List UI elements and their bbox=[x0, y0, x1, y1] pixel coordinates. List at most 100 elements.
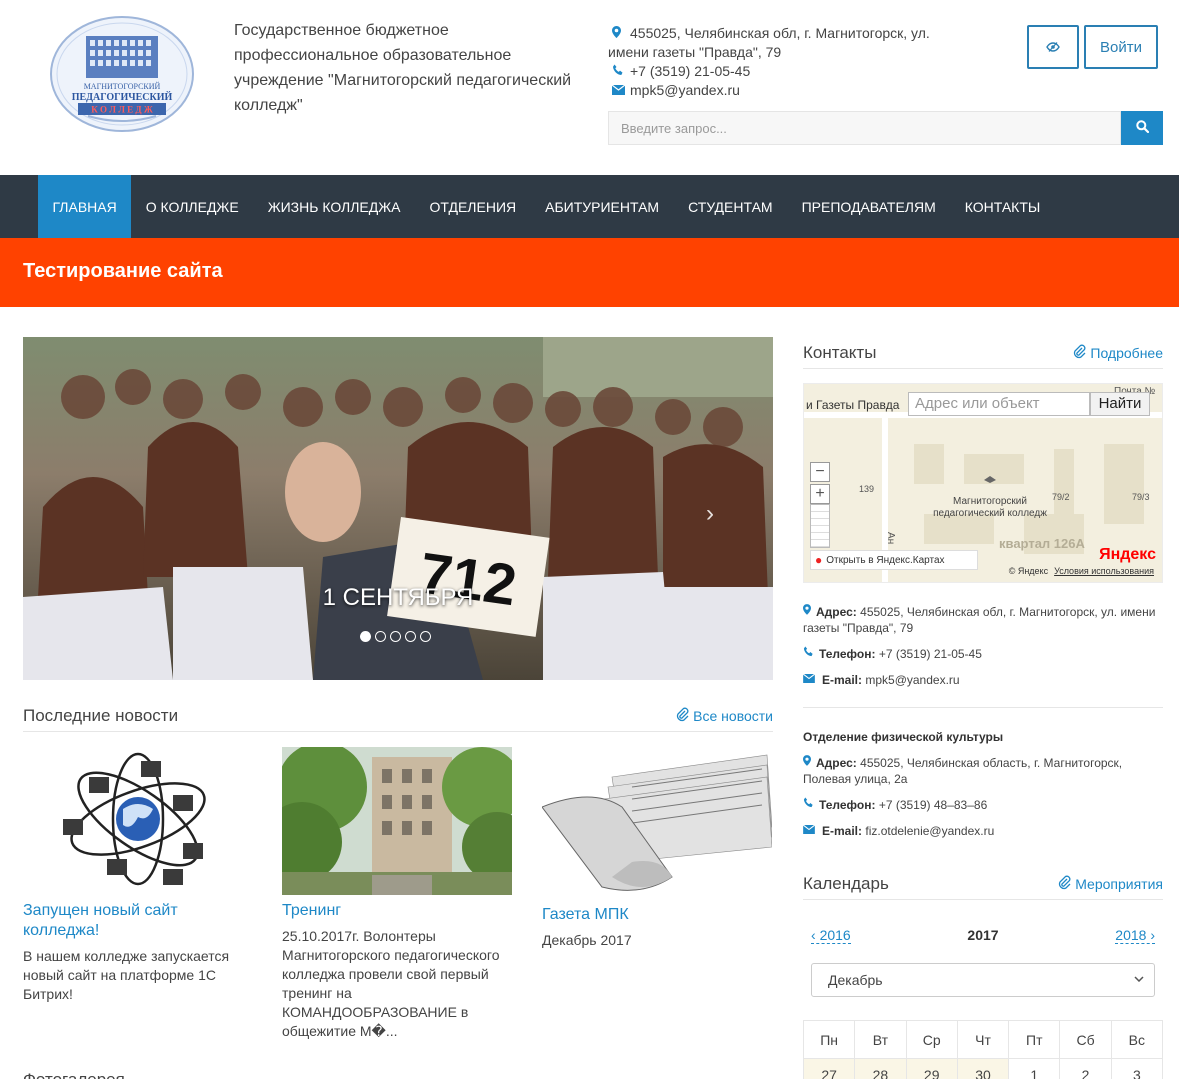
news-title[interactable]: Запущен новый сайт колледжа! bbox=[23, 901, 253, 941]
slider-next-arrow[interactable]: › bbox=[706, 500, 714, 528]
calendar-day[interactable]: 28 bbox=[854, 1058, 907, 1079]
news-card[interactable]: Запущен новый сайт колледжа! В нашем кол… bbox=[23, 747, 253, 1004]
envelope-icon bbox=[802, 823, 816, 839]
open-in-yandex-maps-button[interactable]: ● Открыть в Яндекс.Картах bbox=[810, 550, 978, 570]
events-link[interactable]: Мероприятия bbox=[1057, 874, 1163, 893]
news-image-newspapers[interactable] bbox=[542, 747, 772, 895]
yandex-brand: Яндекс bbox=[1099, 546, 1156, 563]
page-title: Тестирование сайта bbox=[23, 260, 223, 282]
map-poi-label: педагогический колледж bbox=[933, 508, 1047, 519]
nav-item-about[interactable]: О КОЛЛЕДЖЕ bbox=[131, 175, 253, 238]
college-logo[interactable]: МАГНИТОГОРСКИЙ ПЕДАГОГИЧЕСКИЙ К О Л Л Е … bbox=[48, 14, 196, 136]
slider-dot[interactable] bbox=[360, 631, 371, 642]
organization-name: Государственное бюджетное профессиональн… bbox=[234, 22, 572, 114]
photo-gallery-heading: Фотогалерея bbox=[23, 1070, 125, 1079]
login-button[interactable]: Войти bbox=[1084, 25, 1158, 69]
nav-item-applicants[interactable]: АБИТУРИЕНТАМ bbox=[531, 175, 674, 238]
news-text: 25.10.2017г. Волонтеры Магнитогорского п… bbox=[282, 928, 500, 1039]
header-contacts: 455025, Челябинская обл, г. Магнитогорск… bbox=[608, 24, 948, 100]
map-street-label: и Газеты Правда bbox=[806, 398, 900, 412]
contact-address-row: Адрес: 455025, Челябинская обл, г. Магни… bbox=[803, 604, 1163, 636]
dept-phone-row: Телефон: +7 (3519) 48–83–86 bbox=[803, 797, 1163, 813]
contacts-header: Контакты Подробнее bbox=[803, 337, 1163, 369]
calendar-day[interactable]: 1 bbox=[1008, 1058, 1061, 1079]
weekday-header: Вт bbox=[854, 1020, 907, 1059]
nav-item-college-life[interactable]: ЖИЗНЬ КОЛЛЕДЖА bbox=[253, 175, 415, 238]
events-label: Мероприятия bbox=[1075, 875, 1163, 892]
header-email-row: mpk5@yandex.ru bbox=[608, 81, 948, 100]
calendar-grid: Пн Вт Ср Чт Пт Сб Вс 27 28 29 30 1 2 3 bbox=[802, 1020, 1164, 1079]
image-slider[interactable]: 712 bbox=[23, 337, 773, 680]
phone-label: Телефон: bbox=[819, 647, 876, 661]
calendar-day[interactable]: 2 bbox=[1059, 1058, 1112, 1079]
header-phone[interactable]: +7 (3519) 21-05-45 bbox=[630, 62, 750, 81]
slider-dot[interactable] bbox=[405, 631, 416, 642]
month-select-value: Декабрь bbox=[828, 972, 883, 988]
slider-dots bbox=[360, 631, 431, 642]
slider-dot[interactable] bbox=[420, 631, 431, 642]
map-search-input[interactable]: Адрес или объект bbox=[908, 392, 1090, 416]
month-select[interactable]: Декабрь bbox=[811, 963, 1155, 997]
map-copyright: © Яндекс bbox=[1008, 566, 1049, 576]
news-card[interactable]: Тренинг 25.10.2017г. Волонтеры Магнитого… bbox=[282, 747, 512, 1041]
dept-phone[interactable]: +7 (3519) 48–83–86 bbox=[879, 798, 987, 812]
zoom-out-button[interactable]: − bbox=[810, 462, 830, 482]
email-label: E-mail: bbox=[822, 824, 863, 838]
envelope-icon bbox=[608, 81, 630, 100]
nav-item-home[interactable]: ГЛАВНАЯ bbox=[38, 175, 132, 238]
envelope-icon bbox=[802, 672, 816, 688]
slider-dot[interactable] bbox=[390, 631, 401, 642]
paperclip-icon bbox=[1057, 874, 1071, 893]
contact-phone[interactable]: +7 (3519) 21-05-45 bbox=[879, 647, 982, 661]
dept-email[interactable]: fiz.otdelenie@yandex.ru bbox=[865, 824, 994, 838]
visually-impaired-button[interactable] bbox=[1027, 25, 1079, 69]
contacts-more-link[interactable]: Подробнее bbox=[1072, 343, 1163, 362]
next-year-link[interactable]: 2018 › bbox=[1115, 927, 1155, 944]
logo-line-1: МАГНИТОГОРСКИЙ bbox=[84, 82, 161, 91]
slider-dot[interactable] bbox=[375, 631, 386, 642]
logo-line-2: ПЕДАГОГИЧЕСКИЙ bbox=[72, 91, 173, 103]
zoom-slider[interactable] bbox=[810, 504, 830, 548]
contacts-more-label: Подробнее bbox=[1090, 344, 1163, 361]
calendar-header: Календарь Мероприятия bbox=[803, 868, 1163, 900]
weekday-header: Пн bbox=[802, 1020, 856, 1059]
news-header: Последние новости Все новости bbox=[23, 700, 773, 732]
weekday-header: Вс bbox=[1110, 1020, 1164, 1059]
news-image-building[interactable] bbox=[282, 747, 512, 895]
news-image-network[interactable] bbox=[23, 747, 253, 895]
header-phone-row: +7 (3519) 21-05-45 bbox=[608, 62, 948, 81]
phone-icon bbox=[803, 646, 816, 662]
divider bbox=[803, 707, 1163, 708]
all-news-link[interactable]: Все новости bbox=[675, 706, 773, 725]
map-terms-link[interactable]: Условия использования bbox=[1054, 566, 1154, 576]
nav-item-students[interactable]: СТУДЕНТАМ bbox=[674, 175, 787, 238]
weekday-header: Чт bbox=[956, 1020, 1010, 1059]
news-heading: Последние новости bbox=[23, 705, 179, 725]
nav-item-contacts[interactable]: КОНТАКТЫ bbox=[950, 175, 1055, 238]
paperclip-icon bbox=[1072, 343, 1086, 362]
search-icon bbox=[1135, 120, 1149, 136]
department-title: Отделение физической культуры bbox=[803, 730, 1004, 744]
dept-email-row: E-mail: fiz.otdelenie@yandex.ru bbox=[802, 823, 1163, 839]
yandex-map[interactable]: и Газеты Правда Почта № 139 79/2 79/3 Ан… bbox=[803, 383, 1163, 583]
zoom-in-button[interactable]: + bbox=[810, 484, 830, 504]
prev-year-link[interactable]: ‹ 2016 bbox=[811, 927, 851, 944]
contact-email[interactable]: mpk5@yandex.ru bbox=[865, 673, 959, 687]
search-button[interactable] bbox=[1121, 111, 1163, 145]
map-find-button[interactable]: Найти bbox=[1090, 392, 1150, 416]
current-year: 2017 bbox=[967, 927, 999, 943]
page-banner: Тестирование сайта bbox=[0, 238, 1179, 307]
calendar-year-nav: ‹ 2016 2017 2018 › bbox=[811, 927, 1155, 944]
search-input[interactable] bbox=[608, 111, 1121, 145]
news-title[interactable]: Тренинг bbox=[282, 901, 512, 921]
nav-item-departments[interactable]: ОТДЕЛЕНИЯ bbox=[415, 175, 531, 238]
news-title[interactable]: Газета МПК bbox=[542, 905, 772, 925]
calendar-day[interactable]: 29 bbox=[905, 1058, 958, 1079]
nav-item-teachers[interactable]: ПРЕПОДАВАТЕЛЯМ bbox=[787, 175, 950, 238]
calendar-day[interactable]: 30 bbox=[956, 1058, 1010, 1079]
news-card[interactable]: Газета МПК Декабрь 2017 bbox=[542, 747, 772, 950]
header-email[interactable]: mpk5@yandex.ru bbox=[630, 81, 740, 100]
calendar-day[interactable]: 3 bbox=[1110, 1058, 1164, 1079]
calendar-day[interactable]: 27 bbox=[802, 1058, 856, 1079]
header-address-row: 455025, Челябинская обл, г. Магнитогорск… bbox=[608, 24, 948, 62]
